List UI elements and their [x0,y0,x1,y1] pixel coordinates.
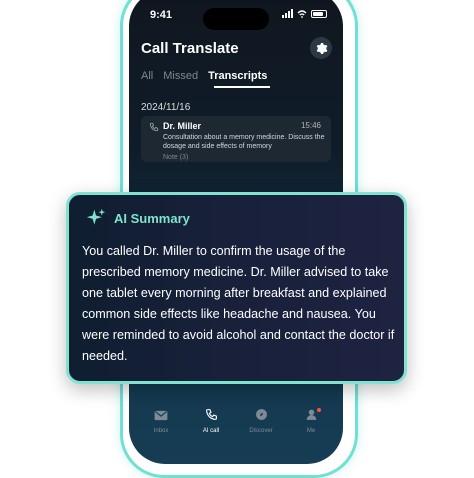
ai-summary-header: AI Summary [86,208,190,228]
nav-label: AI call [202,428,220,434]
nav-inbox[interactable]: Inbox [141,408,181,434]
phone-icon [149,122,159,132]
notification-dot [317,408,321,412]
nav-label: Me [306,428,316,434]
ai-summary-card: AI Summary You called Dr. Miller to conf… [66,192,407,384]
dynamic-island [203,8,269,30]
nav-label: Discover [249,428,273,434]
tab-all[interactable]: All [141,70,153,82]
phone-icon [205,409,217,420]
mail-icon [154,410,168,421]
tab-bar: All Missed Transcripts [141,70,277,82]
tab-missed[interactable]: Missed [163,70,198,82]
ai-summary-title: AI Summary [114,210,190,226]
call-transcript-card[interactable]: Dr. Miller 15:46 Consultation about a me… [141,116,331,162]
call-description: Consultation about a memory medicine. Di… [163,134,325,150]
wifi-icon [297,9,307,18]
caller-name: Dr. Miller [163,121,202,131]
status-time: 9:41 [150,9,173,21]
status-bar: 9:41 [129,4,343,30]
status-icons [282,9,327,18]
ai-summary-text: You called Dr. Miller to confirm the usa… [82,244,395,363]
sparkle-icon [86,208,106,225]
signal-icon [282,9,293,18]
bottom-nav: Inbox AI call Discover Me [129,408,343,448]
battery-icon [311,9,327,18]
transcript-date: 2024/11/16 [141,102,191,113]
nav-discover[interactable]: Discover [241,408,281,434]
call-time: 15:46 [300,121,321,130]
settings-button[interactable] [310,37,332,59]
page-title: Call Translate [141,40,239,57]
nav-label: Inbox [153,428,169,434]
compass-icon [255,409,267,420]
note-count: Note (3) [163,154,189,161]
tab-transcripts[interactable]: Transcripts [208,70,267,82]
nav-ai-call[interactable]: AI call [191,408,231,434]
nav-me[interactable]: Me [291,408,331,434]
person-icon [306,409,316,420]
active-tab-indicator [214,86,270,88]
gear-icon [316,42,327,54]
